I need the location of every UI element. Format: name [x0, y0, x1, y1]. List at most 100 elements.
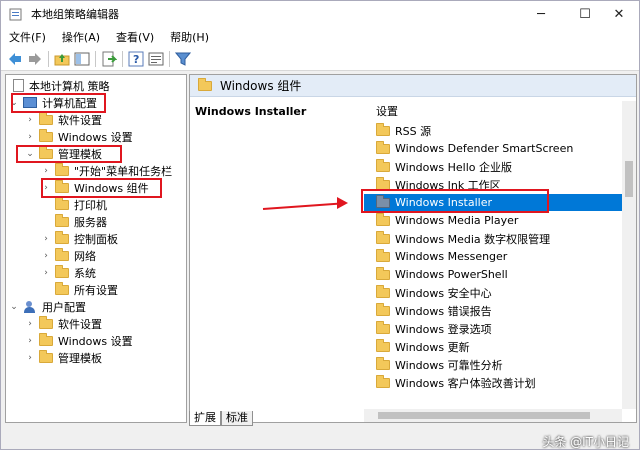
column-header-settings[interactable]: 设置 [376, 103, 398, 119]
folder-icon [376, 374, 390, 388]
folder-icon [376, 122, 390, 136]
list-item[interactable]: Windows 更新 [364, 338, 622, 355]
list-item[interactable]: Windows 可靠性分析 [364, 356, 622, 373]
folder-icon [376, 230, 390, 244]
collapsed-chevron-icon[interactable]: › [25, 132, 35, 142]
folder-icon [376, 320, 390, 334]
tree-software-settings[interactable]: › 软件设置 [25, 111, 102, 128]
horizontal-scroll-thumb[interactable] [378, 412, 590, 419]
folder-icon [55, 264, 69, 278]
folder-icon [376, 302, 390, 316]
toolbar-divider [169, 50, 170, 67]
collapsed-chevron-icon[interactable]: › [41, 166, 51, 176]
folder-icon [198, 77, 212, 91]
list-item[interactable]: Windows Defender SmartScreen [364, 140, 622, 157]
list-item[interactable]: Windows Media 数字权限管理 [364, 230, 622, 247]
folder-icon [376, 158, 390, 172]
menu-file[interactable]: 文件(F) [1, 29, 54, 45]
tree-system[interactable]: › 系统 [41, 264, 96, 281]
tree-start-menu[interactable]: › "开始"菜单和任务栏 [41, 162, 172, 179]
filter-icon[interactable] [174, 51, 192, 67]
tab-extended[interactable]: 扩展 [189, 411, 221, 426]
tree-user-software-settings[interactable]: › 软件设置 [25, 315, 102, 332]
collapsed-chevron-icon[interactable]: › [41, 268, 51, 278]
collapsed-chevron-icon[interactable]: › [41, 251, 51, 261]
menu-bar: 文件(F) 操作(A) 查看(V) 帮助(H) [1, 27, 639, 47]
tree-pane: 本地计算机 策略 ⌄ 计算机配置 › 软件设置 › Windows 设置 ⌄ 管理模板 … [5, 74, 187, 423]
folder-icon [376, 248, 390, 262]
close-button[interactable]: ✕ [597, 1, 639, 27]
annotation-box-windows-installer [361, 189, 549, 213]
list-item[interactable]: Windows 登录选项 [364, 320, 622, 337]
description-title: Windows Installer [195, 105, 307, 118]
list-item[interactable]: Windows 安全中心 [364, 284, 622, 301]
details-pane: Windows 组件 Windows Installer 设置 RSS 源 Wi… [189, 74, 637, 423]
window-title: 本地组策略编辑器 [31, 8, 119, 21]
list-item[interactable]: RSS 源 [364, 122, 622, 139]
title-bar: 本地组策略编辑器 ─ ☐ ✕ [1, 1, 639, 27]
list-item[interactable]: Windows Hello 企业版 [364, 158, 622, 175]
folder-icon [376, 284, 390, 298]
folder-icon [39, 332, 53, 346]
svg-text:?: ? [133, 53, 139, 66]
tree-user-admin-templates[interactable]: › 管理模板 [25, 349, 102, 366]
annotation-arrow-head [337, 197, 348, 209]
tree-server[interactable]: 服务器 [51, 213, 107, 230]
up-folder-icon[interactable] [54, 51, 70, 67]
collapsed-chevron-icon[interactable]: › [25, 336, 35, 346]
folder-icon [376, 140, 390, 154]
folder-icon [376, 356, 390, 370]
tree-user-config[interactable]: ⌄ 用户配置 [9, 298, 86, 315]
user-icon [23, 300, 37, 313]
folder-icon [55, 247, 69, 261]
back-arrow-icon[interactable] [7, 51, 23, 67]
horizontal-scrollbar[interactable] [364, 409, 622, 422]
tab-standard[interactable]: 标准 [221, 411, 253, 426]
tree-network[interactable]: › 网络 [41, 247, 96, 264]
vertical-scroll-thumb[interactable] [625, 161, 633, 197]
help-icon[interactable]: ? [128, 51, 144, 67]
show-hide-tree-icon[interactable] [74, 51, 90, 67]
collapsed-chevron-icon[interactable]: › [25, 115, 35, 125]
folder-icon [55, 213, 69, 227]
tree-control-panel[interactable]: › 控制面板 [41, 230, 118, 247]
tree-printers[interactable]: 打印机 [51, 196, 107, 213]
list-item[interactable]: Windows Messenger [364, 248, 622, 265]
folder-icon [376, 212, 390, 226]
folder-icon [39, 128, 53, 142]
folder-icon [55, 162, 69, 176]
tree-root[interactable]: 本地计算机 策略 [9, 77, 110, 94]
properties-icon[interactable] [148, 51, 164, 67]
folder-icon [55, 281, 69, 295]
folder-icon [376, 266, 390, 280]
folder-icon [39, 111, 53, 125]
folder-icon [39, 315, 53, 329]
expanded-chevron-icon[interactable]: ⌄ [9, 302, 19, 312]
gpedit-app-icon [9, 7, 23, 21]
policy-doc-icon [13, 79, 24, 92]
collapsed-chevron-icon[interactable]: › [25, 353, 35, 363]
watermark: 头条 @IT小日记 [542, 435, 629, 449]
tree-user-windows-settings[interactable]: › Windows 设置 [25, 332, 133, 349]
export-list-icon[interactable] [101, 51, 118, 67]
tree-all-settings[interactable]: 所有设置 [51, 281, 118, 298]
list-item[interactable]: Windows 客户体验改善计划 [364, 374, 622, 391]
annotation-box-admin-templates [16, 145, 122, 163]
menu-action[interactable]: 操作(A) [54, 29, 108, 45]
forward-arrow-icon[interactable] [27, 51, 43, 67]
list-item[interactable]: Windows PowerShell [364, 266, 622, 283]
toolbar-divider [95, 50, 96, 67]
collapsed-chevron-icon[interactable]: › [25, 319, 35, 329]
minimize-button[interactable]: ─ [519, 1, 563, 27]
vertical-scrollbar[interactable] [622, 101, 636, 409]
list-item[interactable]: Windows 错误报告 [364, 302, 622, 319]
menu-view[interactable]: 查看(V) [108, 29, 162, 45]
view-tabs: 扩展 标准 [189, 411, 253, 427]
menu-help[interactable]: 帮助(H) [162, 29, 217, 45]
tree-windows-settings[interactable]: › Windows 设置 [25, 128, 133, 145]
folder-icon [39, 349, 53, 363]
folder-icon [376, 338, 390, 352]
settings-list: 设置 RSS 源 Windows Defender SmartScreen Wi… [364, 101, 636, 422]
collapsed-chevron-icon[interactable]: › [41, 234, 51, 244]
list-item[interactable]: Windows Media Player [364, 212, 622, 229]
